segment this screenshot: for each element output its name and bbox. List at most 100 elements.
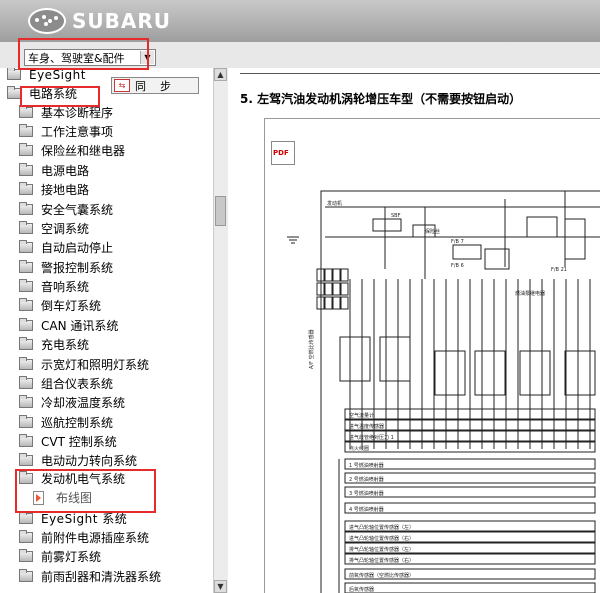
sensor-box <box>434 350 466 396</box>
brand-name: SUBARU <box>72 9 172 33</box>
tree-folder-item[interactable]: 音响系统 <box>19 277 89 296</box>
folder-icon <box>19 511 33 524</box>
tree-item-label: 前附件电源插座系统 <box>41 531 150 545</box>
relay-box <box>564 218 586 260</box>
relay-contact <box>332 268 341 282</box>
tree-item-label: 工作注意事项 <box>41 125 114 139</box>
relay-contact <box>332 296 341 310</box>
wiring-diagram-frame: PDF 空气流量计 进气温度传感器 进气歧管绝对压力 1 点火线圈 1 号燃油喷射器 2 … <box>264 118 600 593</box>
tree-folder-item[interactable]: 接地电路 <box>19 180 89 199</box>
highlight-box <box>20 86 100 107</box>
tree-item-label: CVT 控制系统 <box>41 435 117 449</box>
relay-box <box>372 218 402 232</box>
signal-row-label: 空气流量计 <box>349 412 374 419</box>
signal-row-label: 4 号燃油喷射器 <box>349 506 384 513</box>
scroll-up-icon[interactable]: ▲ <box>214 68 227 81</box>
pleiades-star-icon <box>28 8 66 34</box>
folder-icon <box>7 86 21 99</box>
folder-icon <box>19 260 33 273</box>
folder-icon <box>19 549 33 562</box>
relay-contact <box>340 268 349 282</box>
tree-folder-item[interactable]: 巡航控制系统 <box>19 413 113 432</box>
signal-row-label: 进气凸轮轴位置传感器（右） <box>349 535 414 542</box>
tree-folder-item[interactable]: 空调系统 <box>19 219 89 238</box>
folder-icon <box>19 337 33 350</box>
folder-icon <box>19 240 33 253</box>
tree-folder-item[interactable]: 安全气囊系统 <box>19 200 113 219</box>
diagram-side-label: A/F 空燃比传感器 <box>308 329 315 369</box>
folder-icon <box>19 182 33 195</box>
signal-row-label: 排气凸轮轴位置传感器（右） <box>349 557 414 564</box>
tree-folder-item[interactable]: EyeSight <box>7 68 86 84</box>
tree-item-label: CAN 通讯系统 <box>41 319 119 333</box>
diagram-border <box>320 190 600 593</box>
diagram-label: 发动机 <box>327 200 342 207</box>
tree-folder-item[interactable]: 组合仪表系统 <box>19 374 113 393</box>
tree-item-label: 自动启动停止 <box>41 241 114 255</box>
tree-folder-item[interactable]: 警报控制系统 <box>19 258 113 277</box>
scroll-thumb[interactable] <box>215 196 226 226</box>
diagram-label: 保险丝 <box>425 228 440 235</box>
tree-item-label: 警报控制系统 <box>41 261 114 275</box>
tree-folder-item[interactable]: 倒车灯系统 <box>19 296 101 315</box>
folder-icon <box>7 68 21 80</box>
tree-folder-item[interactable]: 充电系统 <box>19 335 89 354</box>
tree-folder-item[interactable]: 电动动力转向系统 <box>19 451 137 470</box>
diagram-label: SBF <box>391 213 401 219</box>
relay-box <box>526 216 558 238</box>
sync-button[interactable]: ⇆ 同步 <box>111 77 199 94</box>
signal-row-label: 后氧传感器 <box>349 586 374 593</box>
folder-icon <box>19 221 33 234</box>
scroll-down-icon[interactable]: ▼ <box>214 580 227 593</box>
sidebar-scrollbar[interactable]: ▲ ▼ <box>213 68 228 593</box>
tree-folder-item[interactable]: 冷却液温度系统 <box>19 393 125 412</box>
tree-folder-item[interactable]: 前雾灯系统 <box>19 547 101 566</box>
tree-item-label: 接地电路 <box>41 183 90 197</box>
folder-icon <box>19 143 33 156</box>
tree-folder-item[interactable]: 自动启动停止 <box>19 238 113 257</box>
sensor-box <box>474 350 506 396</box>
tree-folder-item[interactable]: CAN 通讯系统 <box>19 316 118 335</box>
tree-item-label: 前雨刮器和清洗器系统 <box>41 570 162 584</box>
folder-icon <box>19 163 33 176</box>
folder-icon <box>19 569 33 582</box>
section-title: 5. 左驾汽油发动机涡轮增压车型（不需要按钮启动） <box>240 92 522 106</box>
signal-row-label: 进气凸轮轴位置传感器（左） <box>349 524 414 531</box>
folder-icon <box>19 530 33 543</box>
folder-icon <box>19 279 33 292</box>
signal-row-label: 进气温度传感器 <box>349 423 384 430</box>
signal-row-label: 排气凸轮轴位置传感器（左） <box>349 546 414 553</box>
signal-row-label: 前氧传感器（空燃比传感器） <box>349 572 414 579</box>
tree-folder-item[interactable]: CVT 控制系统 <box>19 432 117 451</box>
tree-item-label: 保险丝和继电器 <box>41 144 126 158</box>
folder-icon <box>19 202 33 215</box>
tree-folder-item[interactable]: 前附件电源插座系统 <box>19 528 149 547</box>
tree-item-label: 电源电路 <box>41 164 90 178</box>
divider <box>240 73 600 74</box>
wiring-diagram: 空气流量计进气温度传感器进气歧管绝对压力 1 点火线圈 1 号燃油喷射器 2 号燃油喷… <box>287 190 600 593</box>
tree-item-label: 充电系统 <box>41 338 90 352</box>
sensor-box <box>339 336 371 382</box>
tree-item-label: 安全气囊系统 <box>41 203 114 217</box>
relay-contact <box>340 282 349 296</box>
tree-folder-item[interactable]: 保险丝和继电器 <box>19 141 125 160</box>
folder-icon <box>19 105 33 118</box>
signal-row-label: 2 号燃油喷射器 <box>349 476 384 483</box>
tree-folder-item[interactable]: 电源电路 <box>19 161 89 180</box>
tree-item-label: 巡航控制系统 <box>41 416 114 430</box>
tree-folder-item[interactable]: 示宽灯和照明灯系统 <box>19 355 149 374</box>
tree-folder-item[interactable]: 工作注意事项 <box>19 122 113 141</box>
signal-row-label: 点火线圈 <box>349 445 369 452</box>
relay-contact <box>340 296 349 310</box>
navigation-tree: EyeSight 电路系统 基本诊断程序 工作注意事项 保险丝和继电器 电源电路 接地电路安… <box>0 68 228 593</box>
highlight-box <box>18 38 149 70</box>
folder-icon <box>19 376 33 389</box>
folder-icon <box>19 318 33 331</box>
relay-box <box>452 244 482 260</box>
signal-row <box>344 582 596 593</box>
app-header: SUBARU <box>0 0 600 43</box>
sensor-box <box>519 350 551 396</box>
folder-icon <box>19 395 33 408</box>
folder-icon <box>19 357 33 370</box>
tree-folder-item[interactable]: 前雨刮器和清洗器系统 <box>19 567 161 586</box>
